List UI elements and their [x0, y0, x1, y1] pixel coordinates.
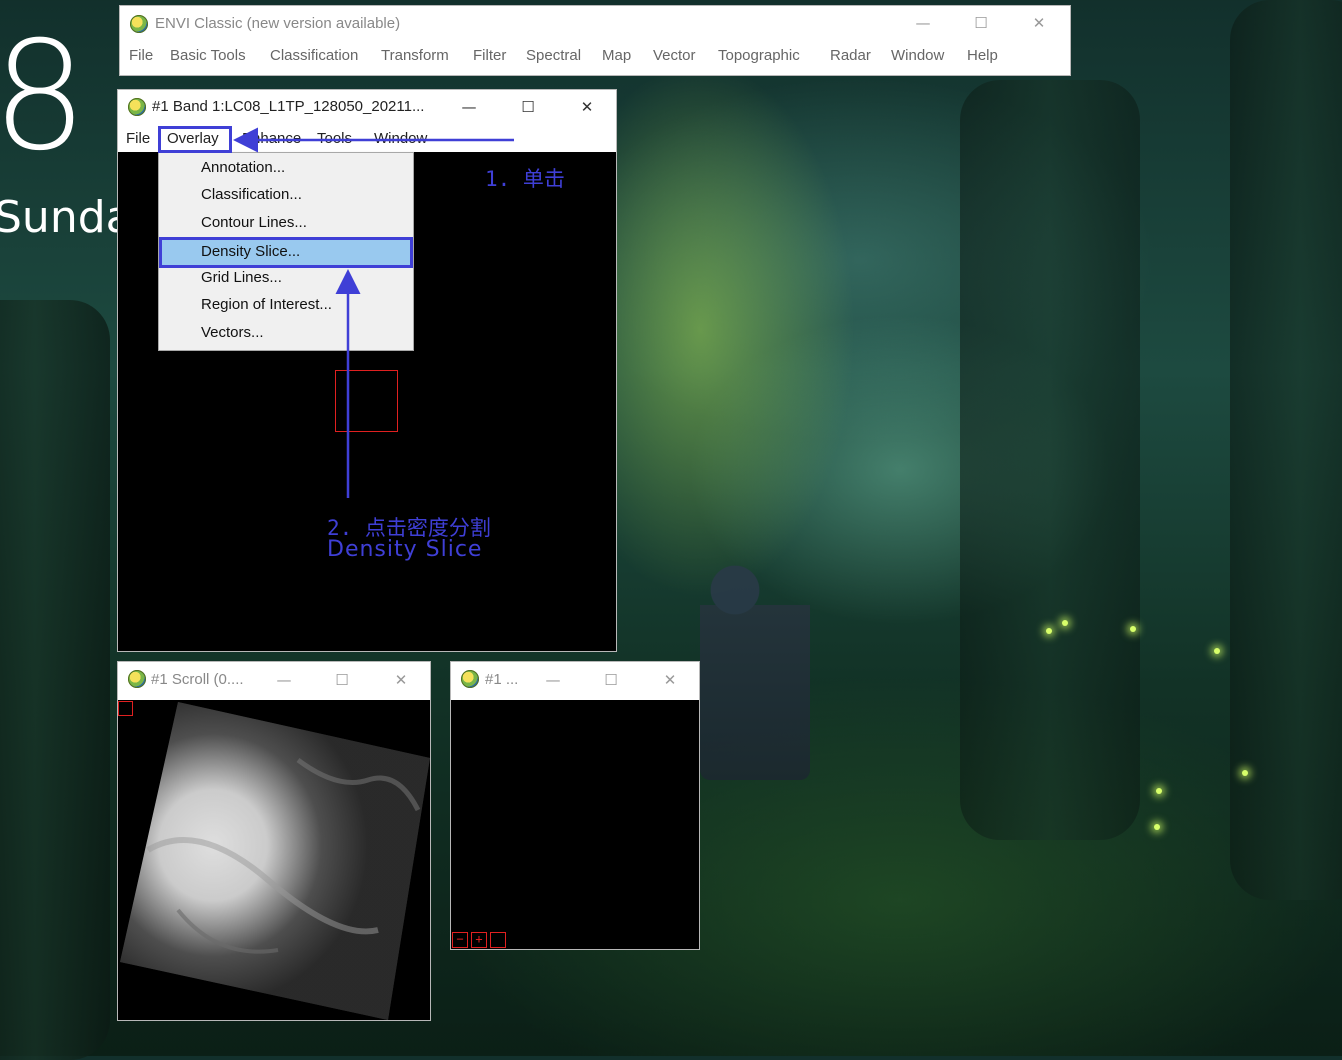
annotation-step2-english: Density Slice [327, 537, 483, 562]
annotation-step1: 1. 单击 [485, 167, 565, 191]
zoom-reset-button[interactable] [490, 932, 506, 948]
maximize-button[interactable]: ☐ [319, 665, 365, 695]
scroll-window: #1 Scroll (0.... — ☐ ✕ [118, 662, 430, 1020]
scroll-titlebar[interactable]: #1 Scroll (0.... — ☐ ✕ [118, 662, 430, 694]
zoom-window-title: #1 ... [485, 671, 519, 688]
zoom-canvas[interactable] [451, 700, 699, 949]
minimize-button[interactable]: — [261, 665, 307, 695]
maximize-button[interactable]: ☐ [588, 665, 634, 695]
zoom-titlebar[interactable]: #1 ... — ☐ ✕ [451, 662, 699, 694]
scroll-window-title: #1 Scroll (0.... [151, 671, 244, 688]
close-button[interactable]: ✕ [647, 665, 693, 695]
satellite-image-thumbnail [120, 702, 430, 1020]
zoom-in-button[interactable]: + [471, 932, 487, 948]
close-button[interactable]: ✕ [378, 665, 424, 695]
zoom-window: #1 ... — ☐ ✕ [451, 662, 699, 949]
zoom-out-button[interactable]: − [452, 932, 468, 948]
scroll-canvas[interactable] [118, 700, 430, 1020]
minimize-button[interactable]: — [530, 665, 576, 695]
scroll-view-box[interactable] [118, 701, 133, 716]
envi-app-icon [128, 670, 146, 688]
envi-app-icon [461, 670, 479, 688]
